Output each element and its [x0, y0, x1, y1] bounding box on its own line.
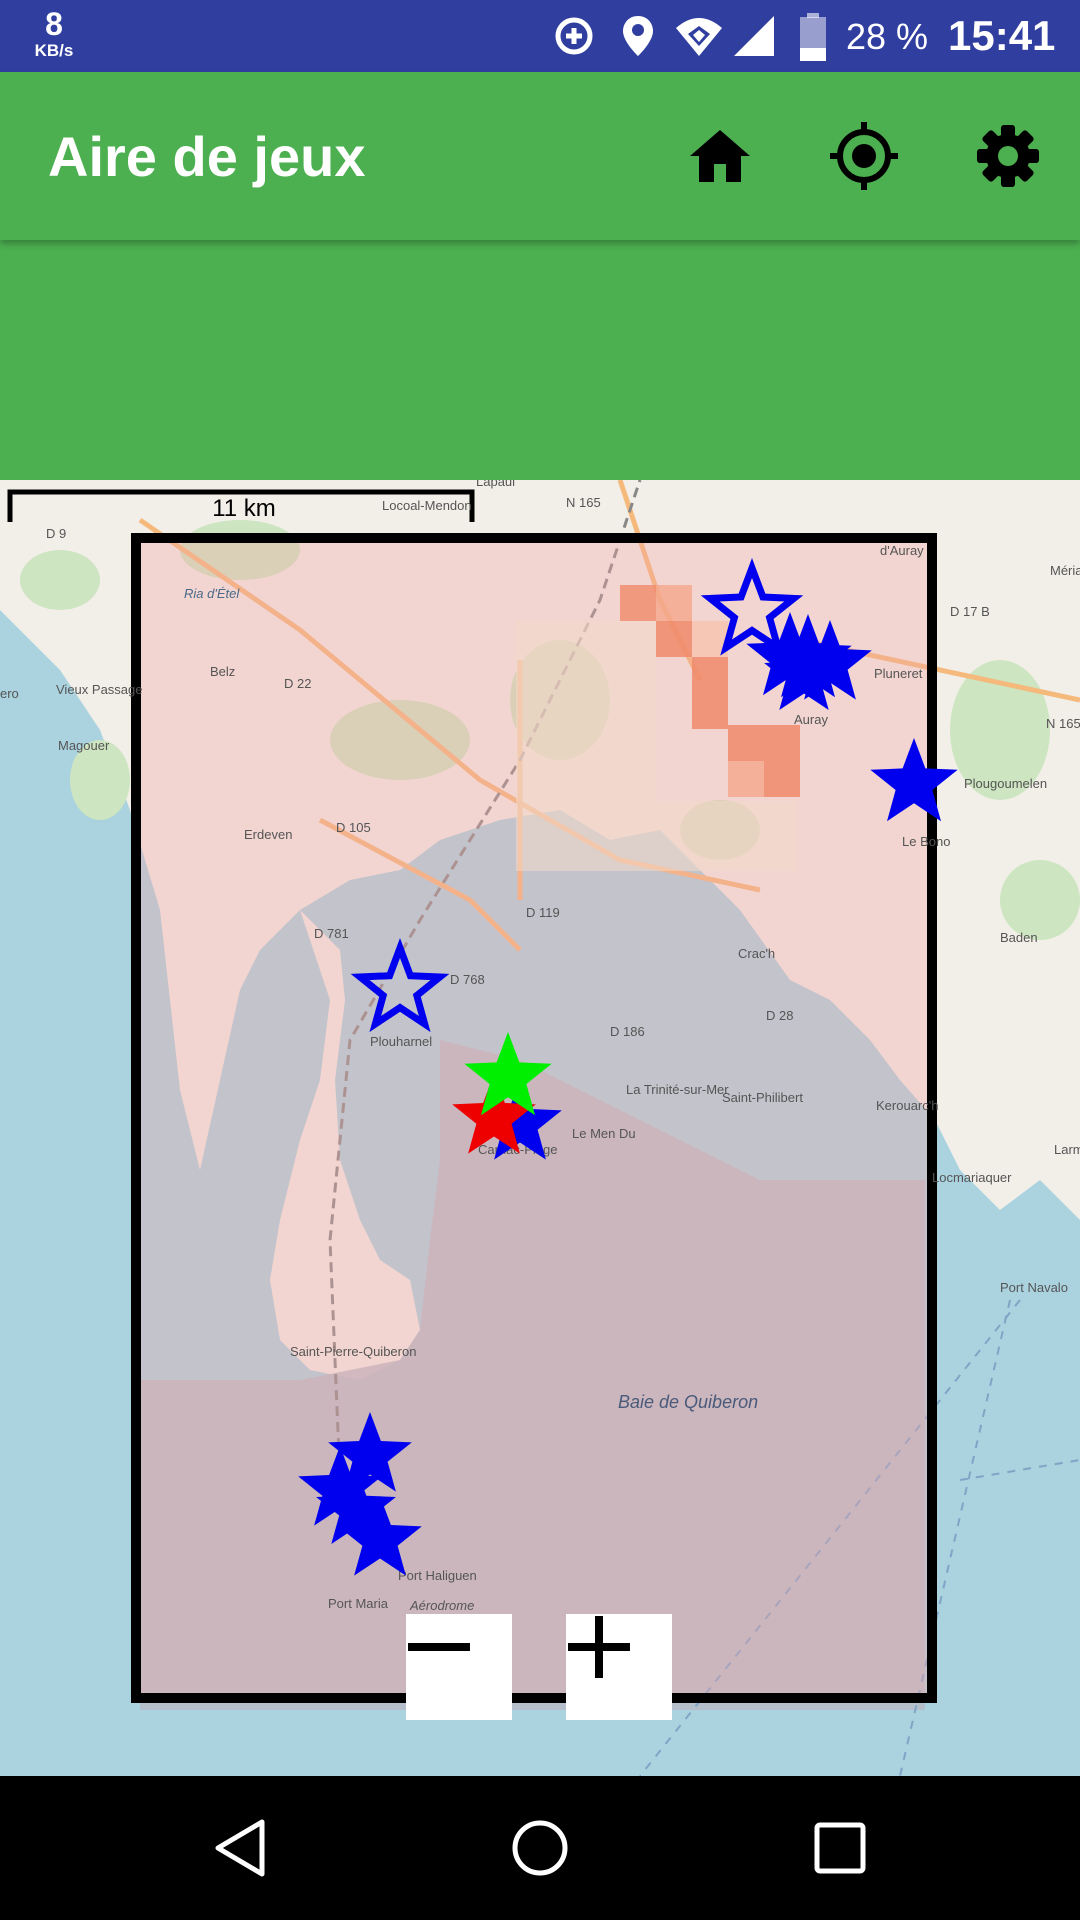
place-label: Baden — [1000, 930, 1038, 945]
place-label: Saint-Philibert — [722, 1090, 803, 1105]
place-label: D 105 — [336, 820, 371, 835]
zoom-in-button[interactable] — [566, 1614, 672, 1720]
settings-button[interactable] — [966, 114, 1050, 198]
place-label: Aérodrome — [409, 1598, 474, 1613]
place-label: Magouer — [58, 738, 110, 753]
home-button[interactable] — [678, 114, 762, 198]
place-label: Locmariaquer — [932, 1170, 1012, 1185]
place-label: ero — [0, 686, 19, 701]
app-bar: Aire de jeux — [0, 72, 1080, 240]
back-button[interactable] — [198, 1806, 282, 1890]
minus-icon — [408, 1643, 470, 1651]
network-speed: 8 KB/s — [24, 8, 84, 59]
place-label: D 186 — [610, 1024, 645, 1039]
place-label: Vieux Passage — [56, 682, 143, 697]
place-label: Kerouarc'h — [876, 1098, 938, 1113]
place-label: D 22 — [284, 676, 311, 691]
map-view[interactable]: 11 km Lapaul Locoal-Mendon N 165 D 9 d'A… — [0, 480, 1080, 1776]
recents-icon — [814, 1822, 866, 1874]
home-icon — [690, 130, 750, 182]
place-label: Port Maria — [328, 1596, 389, 1611]
navigation-bar — [0, 1776, 1080, 1920]
wifi-icon — [676, 18, 722, 56]
place-label: Larm — [1054, 1142, 1080, 1157]
battery-percent: 28 % — [846, 16, 929, 57]
clock: 15:41 — [948, 12, 1056, 59]
place-label: Saint-Pierre-Quiberon — [290, 1344, 416, 1359]
place-label: N 165 — [566, 495, 601, 510]
network-speed-value: 8 — [45, 6, 63, 42]
place-label: Ria d'Étel — [184, 586, 240, 601]
place-label: D 17 B — [950, 604, 990, 619]
app-title: Aire de jeux — [48, 125, 366, 188]
place-label: D 119 — [526, 905, 560, 920]
place-label: Erdeven — [244, 827, 292, 842]
place-label: Le Men Du — [572, 1126, 636, 1141]
place-label: Port Navalo — [1000, 1280, 1068, 1295]
recents-button[interactable] — [798, 1806, 882, 1890]
back-icon — [215, 1819, 265, 1877]
my-location-button[interactable] — [822, 114, 906, 198]
place-label: Locoal-Mendon — [382, 498, 472, 513]
place-label: Port Haliguen — [398, 1568, 477, 1583]
place-label: D 28 — [766, 1008, 793, 1023]
place-label: Pluneret — [874, 666, 923, 681]
place-label: d'Auray — [880, 543, 924, 558]
place-label: Belz — [210, 664, 235, 679]
header-spacer — [0, 240, 1080, 480]
zoom-out-button[interactable] — [406, 1614, 512, 1720]
signal-icon — [734, 16, 774, 56]
home-nav-button[interactable] — [498, 1806, 582, 1890]
status-bar: 8 KB/s 28 % 15:41 — [0, 0, 1080, 72]
my-location-icon — [830, 122, 898, 190]
home-circle-icon — [512, 1820, 568, 1876]
place-label: Plougoumelen — [964, 776, 1047, 791]
place-label: Auray — [794, 712, 828, 727]
battery-icon — [800, 13, 826, 61]
place-label: D 9 — [46, 526, 66, 541]
place-label: D 781 — [314, 926, 349, 941]
plus-icon — [568, 1616, 630, 1678]
place-label: Crac'h — [738, 946, 775, 961]
location-icon — [623, 16, 653, 56]
map-canvas[interactable]: 11 km Lapaul Locoal-Mendon N 165 D 9 d'A… — [0, 480, 1080, 1776]
network-speed-unit: KB/s — [34, 41, 74, 60]
place-label: Méria — [1050, 563, 1080, 578]
place-label: Le Bono — [902, 834, 950, 849]
place-label: N 165 — [1046, 716, 1080, 731]
place-label: Lapaul — [476, 480, 515, 489]
place-label: Plouharnel — [370, 1034, 432, 1049]
data-saver-icon — [555, 17, 593, 55]
place-label: Baie de Quiberon — [618, 1392, 758, 1412]
place-label: La Trinité-sur-Mer — [626, 1082, 729, 1097]
scale-label: 11 km — [212, 495, 276, 522]
settings-icon — [977, 125, 1039, 187]
place-label: D 768 — [450, 972, 485, 987]
